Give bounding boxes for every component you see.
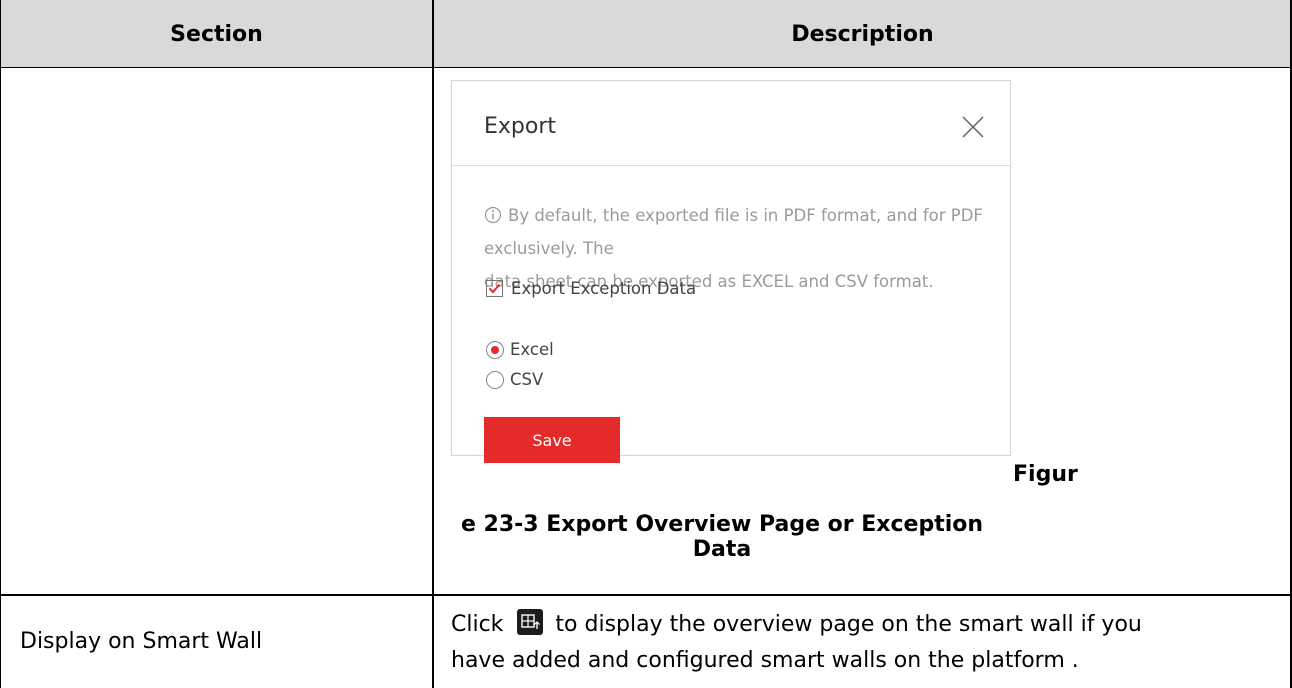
desc-line-2: have added and configured smart walls on… (451, 648, 1079, 673)
dialog-title: Export (484, 114, 557, 139)
checkmark-icon (488, 283, 501, 294)
radio-csv-option[interactable]: CSV (486, 370, 543, 389)
export-exception-option[interactable]: Export Exception Data (486, 279, 696, 298)
figure-caption-part1: Figur (1013, 462, 1078, 487)
radio-excel-label: Excel (510, 340, 554, 359)
info-line-1: By default, the exported file is in PDF … (484, 206, 983, 258)
export-exception-label: Export Exception Data (511, 279, 697, 298)
export-exception-checkbox[interactable] (486, 280, 503, 297)
table-border-left (0, 0, 1, 688)
row-description-smart-wall: Click to display the overview page on th… (451, 607, 1281, 679)
row-divider (0, 594, 1292, 596)
row-section-smart-wall: Display on Smart Wall (20, 629, 263, 654)
export-dialog: Export By default, the exported file is … (451, 80, 1011, 463)
desc-click: Click (451, 612, 504, 637)
radio-csv[interactable] (486, 370, 504, 389)
header-divider (0, 67, 1292, 68)
figure-caption-part2: e 23-3 Export Overview Page or Exception… (460, 512, 984, 562)
radio-excel[interactable] (486, 340, 504, 359)
smart-wall-icon[interactable] (517, 609, 544, 635)
close-icon[interactable] (960, 114, 986, 140)
radio-csv-label: CSV (510, 370, 544, 389)
header-description: Description (434, 0, 1291, 68)
info-icon (484, 206, 502, 224)
table-border-middle (432, 0, 434, 688)
save-button[interactable]: Save (484, 417, 620, 463)
dialog-header: Export (452, 81, 1010, 166)
document-table: Section Description Export By default, t… (0, 0, 1292, 688)
radio-selected-dot (491, 345, 499, 354)
header-section: Section (1, 0, 432, 68)
desc-line-1-rest: to display the overview page on the smar… (555, 612, 1142, 637)
radio-excel-option[interactable]: Excel (486, 340, 554, 359)
